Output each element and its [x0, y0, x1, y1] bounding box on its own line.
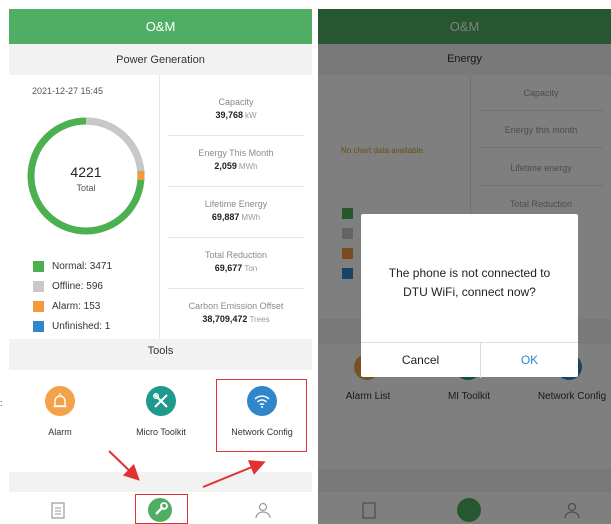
wifi-connect-dialog: The phone is not connected to DTU WiFi, … — [361, 214, 578, 378]
ok-button[interactable]: OK — [481, 343, 578, 378]
cancel-button[interactable]: Cancel — [361, 343, 480, 378]
dialog-buttons: Cancel OK — [361, 342, 578, 378]
margin-mark: : — [0, 398, 3, 408]
right-phone-screen: O&M Energy No chart data available. Capa… — [318, 9, 611, 524]
dialog-message: The phone is not connected to DTU WiFi, … — [388, 266, 551, 299]
arrow-to-network-config — [202, 460, 266, 488]
arrow-to-tools-tab — [108, 450, 140, 481]
